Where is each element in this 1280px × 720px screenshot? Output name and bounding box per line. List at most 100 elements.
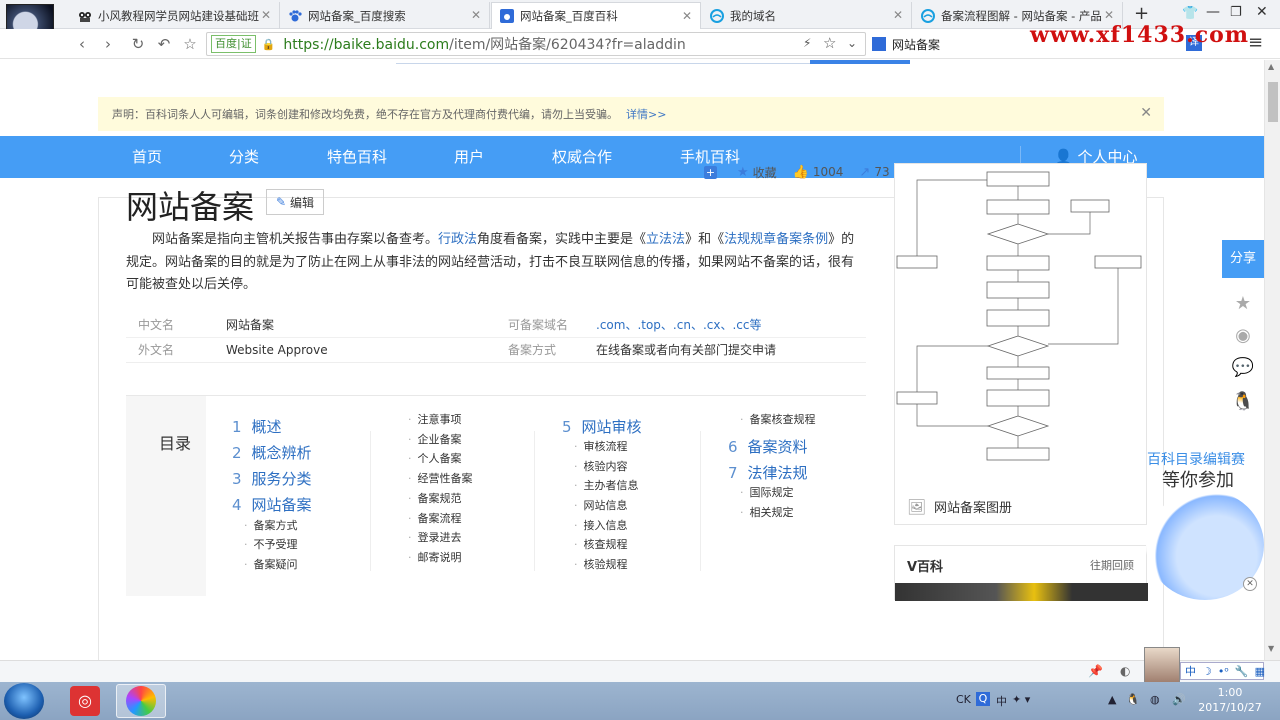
- tab-4[interactable]: 我的域名 ✕: [702, 2, 912, 29]
- menu-icon[interactable]: ≡: [1248, 32, 1263, 53]
- chevron-down-icon[interactable]: ⌄: [847, 36, 857, 50]
- volume-icon[interactable]: 🔊: [1172, 693, 1186, 706]
- nav-home[interactable]: 首页: [132, 136, 162, 178]
- catalog-item[interactable]: 1 概述: [232, 416, 282, 437]
- tray-dot-icon[interactable]: ✦ ▾: [1012, 693, 1030, 706]
- nav-category[interactable]: 分类: [229, 136, 259, 178]
- catalog-item[interactable]: 6 备案资料: [728, 436, 808, 457]
- collect-button[interactable]: ★ 收藏: [737, 164, 777, 181]
- close-icon[interactable]: ✕: [682, 9, 692, 23]
- back-icon[interactable]: ‹: [72, 34, 92, 54]
- catalog-subitem[interactable]: · 备案疑问: [244, 556, 298, 572]
- undo-icon[interactable]: ↶: [154, 34, 174, 54]
- lightning-icon[interactable]: ⚡: [803, 36, 811, 50]
- link-administrative-law[interactable]: 行政法: [438, 232, 477, 247]
- catalog-subitem[interactable]: · 核验规程: [574, 556, 628, 572]
- wechat-icon[interactable]: 💬: [1222, 352, 1264, 384]
- weibo-icon[interactable]: ◉: [1222, 320, 1264, 352]
- tray-app-icon[interactable]: ◍: [1150, 693, 1160, 706]
- star-icon[interactable]: ☆: [180, 34, 200, 54]
- netease-music-app[interactable]: ◎: [60, 684, 110, 718]
- scroll-thumb[interactable]: [1268, 82, 1278, 122]
- forward-icon[interactable]: ›: [98, 34, 118, 54]
- catalog-subitem[interactable]: · 接入信息: [574, 517, 628, 533]
- link-legislation-law[interactable]: 立法法: [646, 232, 685, 247]
- scrollbar[interactable]: ▲ ▼: [1264, 60, 1280, 660]
- catalog-subitem[interactable]: · 备案规范: [408, 490, 462, 506]
- refresh-icon[interactable]: ↻: [128, 34, 148, 54]
- nav-partner[interactable]: 权威合作: [552, 136, 612, 178]
- qq-icon[interactable]: 🐧: [1126, 693, 1140, 706]
- catalog-subitem[interactable]: · 网站信息: [574, 497, 628, 513]
- tray-ime[interactable]: 中: [996, 693, 1007, 709]
- catalog-subitem[interactable]: · 个人备案: [408, 450, 462, 466]
- shirt-icon[interactable]: 👕: [1182, 6, 1198, 21]
- catalog-subitem[interactable]: · 核验内容: [574, 458, 628, 474]
- minimize-icon[interactable]: —: [1206, 4, 1220, 20]
- browser-app[interactable]: [116, 684, 166, 718]
- ime-toolbar[interactable]: 中 ☽ •ᵒ 🔧 ▦: [1180, 662, 1265, 680]
- catalog-item[interactable]: 7 法律法规: [728, 462, 808, 483]
- catalog-subitem[interactable]: · 相关规定: [740, 504, 794, 520]
- catalog-item[interactable]: 3 服务分类: [232, 468, 312, 489]
- new-tab-button[interactable]: +: [1134, 3, 1149, 24]
- share-button[interactable]: 分享: [1222, 240, 1264, 278]
- tab-2[interactable]: 网站备案_百度搜索 ✕: [280, 2, 490, 29]
- add-button[interactable]: +: [704, 165, 721, 179]
- close-icon[interactable]: ✕: [471, 8, 481, 22]
- album-card[interactable]: 🖼 网站备案图册: [894, 163, 1147, 525]
- catalog-item[interactable]: 4 网站备案: [232, 494, 312, 515]
- tab-3-active[interactable]: 网站备案_百度百科 ✕: [491, 2, 701, 29]
- catalog-subitem[interactable]: · 国际规定: [740, 484, 794, 500]
- catalog-subitem[interactable]: · 备案方式: [244, 517, 298, 533]
- catalog-item[interactable]: 2 概念辨析: [232, 442, 312, 463]
- nav-featured[interactable]: 特色百科: [327, 136, 387, 178]
- catalog-subitem[interactable]: · 邮寄说明: [408, 549, 462, 565]
- catalog-subitem[interactable]: · 注意事项: [408, 411, 462, 427]
- album-label[interactable]: 🖼 网站备案图册: [907, 497, 1012, 517]
- url-field[interactable]: 百度|证 🔒 https://baike.baidu.com/item/网站备案…: [206, 32, 866, 56]
- clock[interactable]: 1:00 2017/10/27: [1194, 685, 1266, 715]
- catalog-subitem[interactable]: · 登录进去: [408, 529, 462, 545]
- tab-1[interactable]: 小风教程网学员网站建设基础班 ✕: [70, 2, 280, 29]
- avatar[interactable]: [1144, 647, 1180, 683]
- bookmark-star-icon[interactable]: ☆: [823, 34, 836, 52]
- nav-user[interactable]: 用户: [454, 136, 484, 178]
- tray-ck[interactable]: CK: [956, 693, 971, 706]
- catalog-subitem[interactable]: · 主办者信息: [574, 477, 639, 493]
- close-icon[interactable]: ✕: [1243, 577, 1257, 591]
- favorite-star-icon[interactable]: ★: [1222, 288, 1264, 320]
- notice-link[interactable]: 详情>>: [626, 106, 666, 122]
- catalog-subitem[interactable]: · 核查规程: [574, 536, 628, 552]
- maximize-icon[interactable]: ❐: [1230, 5, 1242, 20]
- catalog-subitem[interactable]: · 备案流程: [408, 510, 462, 526]
- catalog-subitem[interactable]: · 经营性备案: [408, 470, 473, 486]
- info-key: 外文名: [138, 343, 175, 357]
- close-icon[interactable]: ✕: [1140, 105, 1152, 121]
- globe-icon[interactable]: ◐: [1120, 664, 1130, 678]
- qq-icon[interactable]: 🐧: [1222, 386, 1264, 418]
- catalog-subitem[interactable]: · 审核流程: [574, 438, 628, 454]
- scroll-up-icon[interactable]: ▲: [1268, 62, 1274, 71]
- share-count-button[interactable]: ↗ 73: [859, 165, 889, 180]
- wrench-icon: 🔧: [1234, 664, 1249, 678]
- pin-icon[interactable]: 📌: [1088, 664, 1103, 678]
- window-close-icon[interactable]: ✕: [1256, 4, 1268, 20]
- search-input[interactable]: 网站备案: [872, 32, 1012, 56]
- catalog-subitem[interactable]: · 备案核查规程: [740, 411, 816, 427]
- scroll-down-icon[interactable]: ▼: [1268, 644, 1274, 653]
- close-icon[interactable]: ✕: [893, 8, 903, 22]
- search-icon[interactable]: Q: [976, 692, 990, 706]
- like-button[interactable]: 👍 1004: [793, 165, 844, 180]
- link-regulation[interactable]: 法规规章备案条例: [724, 232, 828, 247]
- close-icon[interactable]: ✕: [261, 8, 271, 22]
- vbaike-thumbnail[interactable]: [895, 583, 1148, 601]
- tray-expand-icon[interactable]: ▲: [1108, 693, 1116, 706]
- close-icon[interactable]: ✕: [1104, 8, 1114, 22]
- edit-button[interactable]: ✎ 编辑: [266, 189, 324, 215]
- start-button[interactable]: [4, 683, 44, 719]
- catalog-subitem[interactable]: · 企业备案: [408, 431, 462, 447]
- vbaike-more-link[interactable]: 往期回顾: [1090, 557, 1134, 573]
- catalog-subitem[interactable]: · 不予受理: [244, 536, 298, 552]
- catalog-item[interactable]: 5 网站审核: [562, 416, 642, 437]
